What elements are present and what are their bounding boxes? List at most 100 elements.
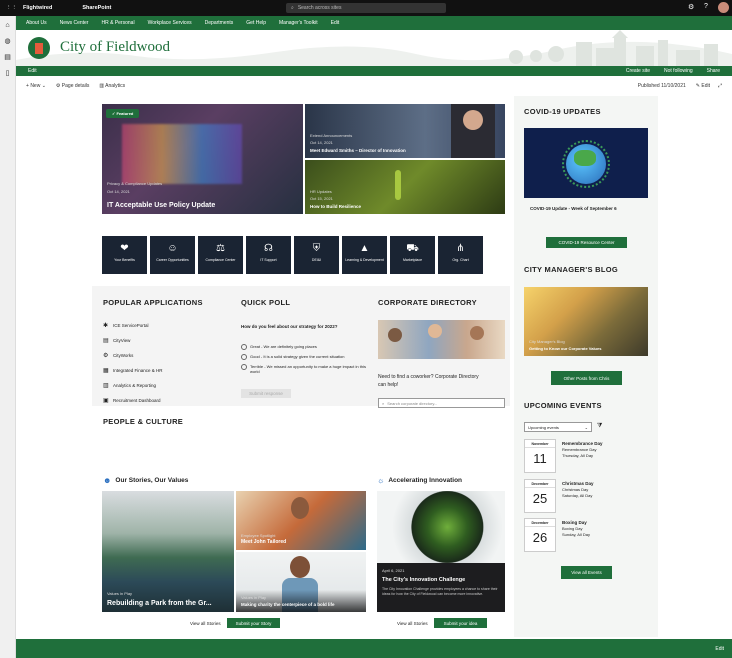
cityview-icon: ▤ xyxy=(103,338,109,344)
events-filter-dropdown[interactable]: Upcoming events ⌄ xyxy=(524,422,592,432)
chart-icon: ▥ xyxy=(103,383,109,389)
directory-text: Need to find a coworker? Corporate Direc… xyxy=(378,374,479,388)
covid-caption[interactable]: COVID-19 Update - Week of September 6 xyxy=(530,206,617,211)
quicklink-benefits[interactable]: ❤ Your Benefits xyxy=(102,236,147,274)
site-name[interactable]: SharePoint xyxy=(82,5,111,11)
settings-icon[interactable]: ⚙ xyxy=(688,3,694,11)
create-site-button[interactable]: Create site xyxy=(626,68,650,74)
view-all-stories-link[interactable]: View all Stories xyxy=(190,621,221,626)
view-all-innovation-link[interactable]: View all Stories xyxy=(397,621,428,626)
app-link[interactable]: ⚙ CityWorks xyxy=(103,348,223,363)
nav-edit[interactable]: Edit xyxy=(331,20,340,26)
quicklink-learning[interactable]: ▲ Learning & Development xyxy=(342,236,387,274)
poll-question: How do you feel about our strategy for 2… xyxy=(241,324,338,329)
page-icon[interactable]: ▯ xyxy=(0,69,15,77)
filter-icon[interactable]: ⧩ xyxy=(597,423,602,430)
nav-hr[interactable]: HR & Personal xyxy=(101,20,134,26)
page-commandbar: + New ⌄ ⚙ Page details ▥ Analytics Publi… xyxy=(16,80,732,92)
edit-link[interactable]: Edit xyxy=(28,68,37,74)
share-button[interactable]: Share xyxy=(707,68,720,74)
nav-workplace[interactable]: Workplace Services xyxy=(148,20,192,26)
nav-help[interactable]: Get Help xyxy=(246,20,266,26)
nav-toolkit[interactable]: Manager's Toolkit xyxy=(279,20,318,26)
poll-option[interactable]: Good - It is a solid strategy given the … xyxy=(241,354,371,360)
hand-heart-icon: ❤ xyxy=(120,243,129,254)
page-details-button[interactable]: ⚙ Page details xyxy=(56,83,89,89)
people-culture-title: PEOPLE & CULTURE xyxy=(103,417,184,426)
app-link[interactable]: ▣ Recruitment Dashboard xyxy=(103,393,223,408)
quicklink-careers[interactable]: ☺ Career Opportunities xyxy=(150,236,195,274)
innovation-desc: The City Innovation Challenge provides e… xyxy=(382,587,498,596)
hero-main-date: Oct 14, 2021 xyxy=(107,189,130,194)
blog-caption: Getting to Know our Corporate Values xyxy=(529,346,602,351)
hero-bottom-right[interactable]: HR Updates Oct 15, 2021 How to Build Res… xyxy=(305,160,505,214)
radio-button[interactable] xyxy=(241,344,247,350)
poll-submit-button[interactable]: Submit response xyxy=(241,389,291,398)
nav-departments[interactable]: Departments xyxy=(205,20,234,26)
radio-button[interactable] xyxy=(241,354,247,360)
home-icon[interactable]: ⌂ xyxy=(0,22,15,29)
story-br-meta: Values in Play xyxy=(241,595,267,600)
site-logo[interactable] xyxy=(28,37,50,59)
footer-edit-link[interactable]: Edit xyxy=(715,646,724,652)
poll-options: Great - We are definitely going places G… xyxy=(241,340,371,374)
story-bottom-right[interactable]: Values in Play Making charity the center… xyxy=(236,552,366,612)
help-icon[interactable]: ? xyxy=(704,3,708,10)
people-icon: ☻ xyxy=(103,476,112,485)
submit-idea-button[interactable]: Submit your idea xyxy=(434,618,487,628)
hero-top-right[interactable]: Extend Announcements Oct 14, 2021 Meet E… xyxy=(305,104,505,158)
blog-post[interactable]: City Manager's Blog Getting to Know our … xyxy=(524,287,648,356)
story-top-right[interactable]: Employee Spotlight Meet John Tailored xyxy=(236,491,366,550)
radio-button[interactable] xyxy=(241,364,247,370)
app-name[interactable]: Flightwired xyxy=(23,5,52,11)
calendar-badge: December 26 xyxy=(524,518,556,552)
analytics-button[interactable]: ▥ Analytics xyxy=(99,83,125,89)
event-item[interactable]: December 26 Boxing Day Boxing Day Sunday, A… xyxy=(524,518,644,554)
building-icon xyxy=(35,42,43,54)
calendar-badge: December 25 xyxy=(524,479,556,513)
event-item[interactable]: December 25 Christmas Day Christmas Day Sat… xyxy=(524,479,644,515)
quicklink-dei[interactable]: ⛨ DEI&I xyxy=(294,236,339,274)
poll-option[interactable]: Terrible - We missed an opportunity to m… xyxy=(241,364,371,374)
story-main[interactable]: Values in Play Rebuilding a Park from th… xyxy=(102,491,234,612)
covid-image[interactable] xyxy=(524,128,648,198)
app-link[interactable]: ✱ ICE ServicePortal xyxy=(103,318,223,333)
app-launcher-icon[interactable]: ⋮⋮ xyxy=(6,5,17,11)
avatar[interactable] xyxy=(718,2,729,13)
nav-about[interactable]: About Us xyxy=(26,20,47,26)
app-link[interactable]: ▤ CityView xyxy=(103,333,223,348)
app-link[interactable]: ▦ Integrated Finance & HR xyxy=(103,363,223,378)
follow-button[interactable]: Not following xyxy=(664,68,693,74)
expand-icon[interactable]: ⤢ xyxy=(718,83,722,89)
news-icon[interactable]: ▤ xyxy=(0,53,15,61)
calendar-badge: November 11 xyxy=(524,439,556,473)
quicklink-marketplace[interactable]: ⛟ Marketplace xyxy=(390,236,435,274)
quicklink-compliance[interactable]: ⚖ Compliance Center xyxy=(198,236,243,274)
nav-news[interactable]: News Center xyxy=(60,20,89,26)
covid-resource-button[interactable]: COVID-19 Resource Center xyxy=(546,237,627,248)
site-title[interactable]: City of Fieldwood xyxy=(60,39,170,56)
org-chart-icon: ⋔ xyxy=(456,243,465,254)
poll-option[interactable]: Great - We are definitely going places xyxy=(241,344,371,350)
directory-search-input[interactable]: ⌕ Search corporate directory... xyxy=(378,398,505,408)
asterisk-icon: ✱ xyxy=(103,323,109,329)
quick-poll-title: QUICK POLL xyxy=(241,298,291,307)
hero-main[interactable]: ✓ Featured Privacy & Compliance Updates … xyxy=(102,104,303,214)
lightbulb-icon: ☼ xyxy=(377,476,385,485)
new-button[interactable]: + New ⌄ xyxy=(26,83,46,89)
edit-button[interactable]: ✎ Edit xyxy=(696,83,710,89)
site-commandbar: Edit Create site Not following Share xyxy=(16,66,732,76)
innovation-card[interactable]: April 6, 2021 The City's Innovation Chal… xyxy=(377,491,505,612)
quicklink-org-chart[interactable]: ⋔ Org. Chart xyxy=(438,236,483,274)
person-icon: ☺ xyxy=(167,243,178,254)
search-input[interactable]: ⌕ Search across sites xyxy=(286,3,446,13)
event-item[interactable]: November 11 Remembrance Day Remembrance Da… xyxy=(524,439,644,475)
site-header: City of Fieldwood xyxy=(16,30,732,66)
globe-icon[interactable]: ◍ xyxy=(0,37,15,45)
submit-story-button[interactable]: Submit your Story xyxy=(227,618,280,628)
other-posts-button[interactable]: Other Posts from Chris xyxy=(551,371,622,385)
quicklink-it-support[interactable]: ☊ IT Support xyxy=(246,236,291,274)
view-all-events-button[interactable]: View all Events xyxy=(561,566,612,579)
hero-tr-meta: Extend Announcements xyxy=(310,133,353,138)
app-link[interactable]: ▥ Analytics & Reporting xyxy=(103,378,223,393)
